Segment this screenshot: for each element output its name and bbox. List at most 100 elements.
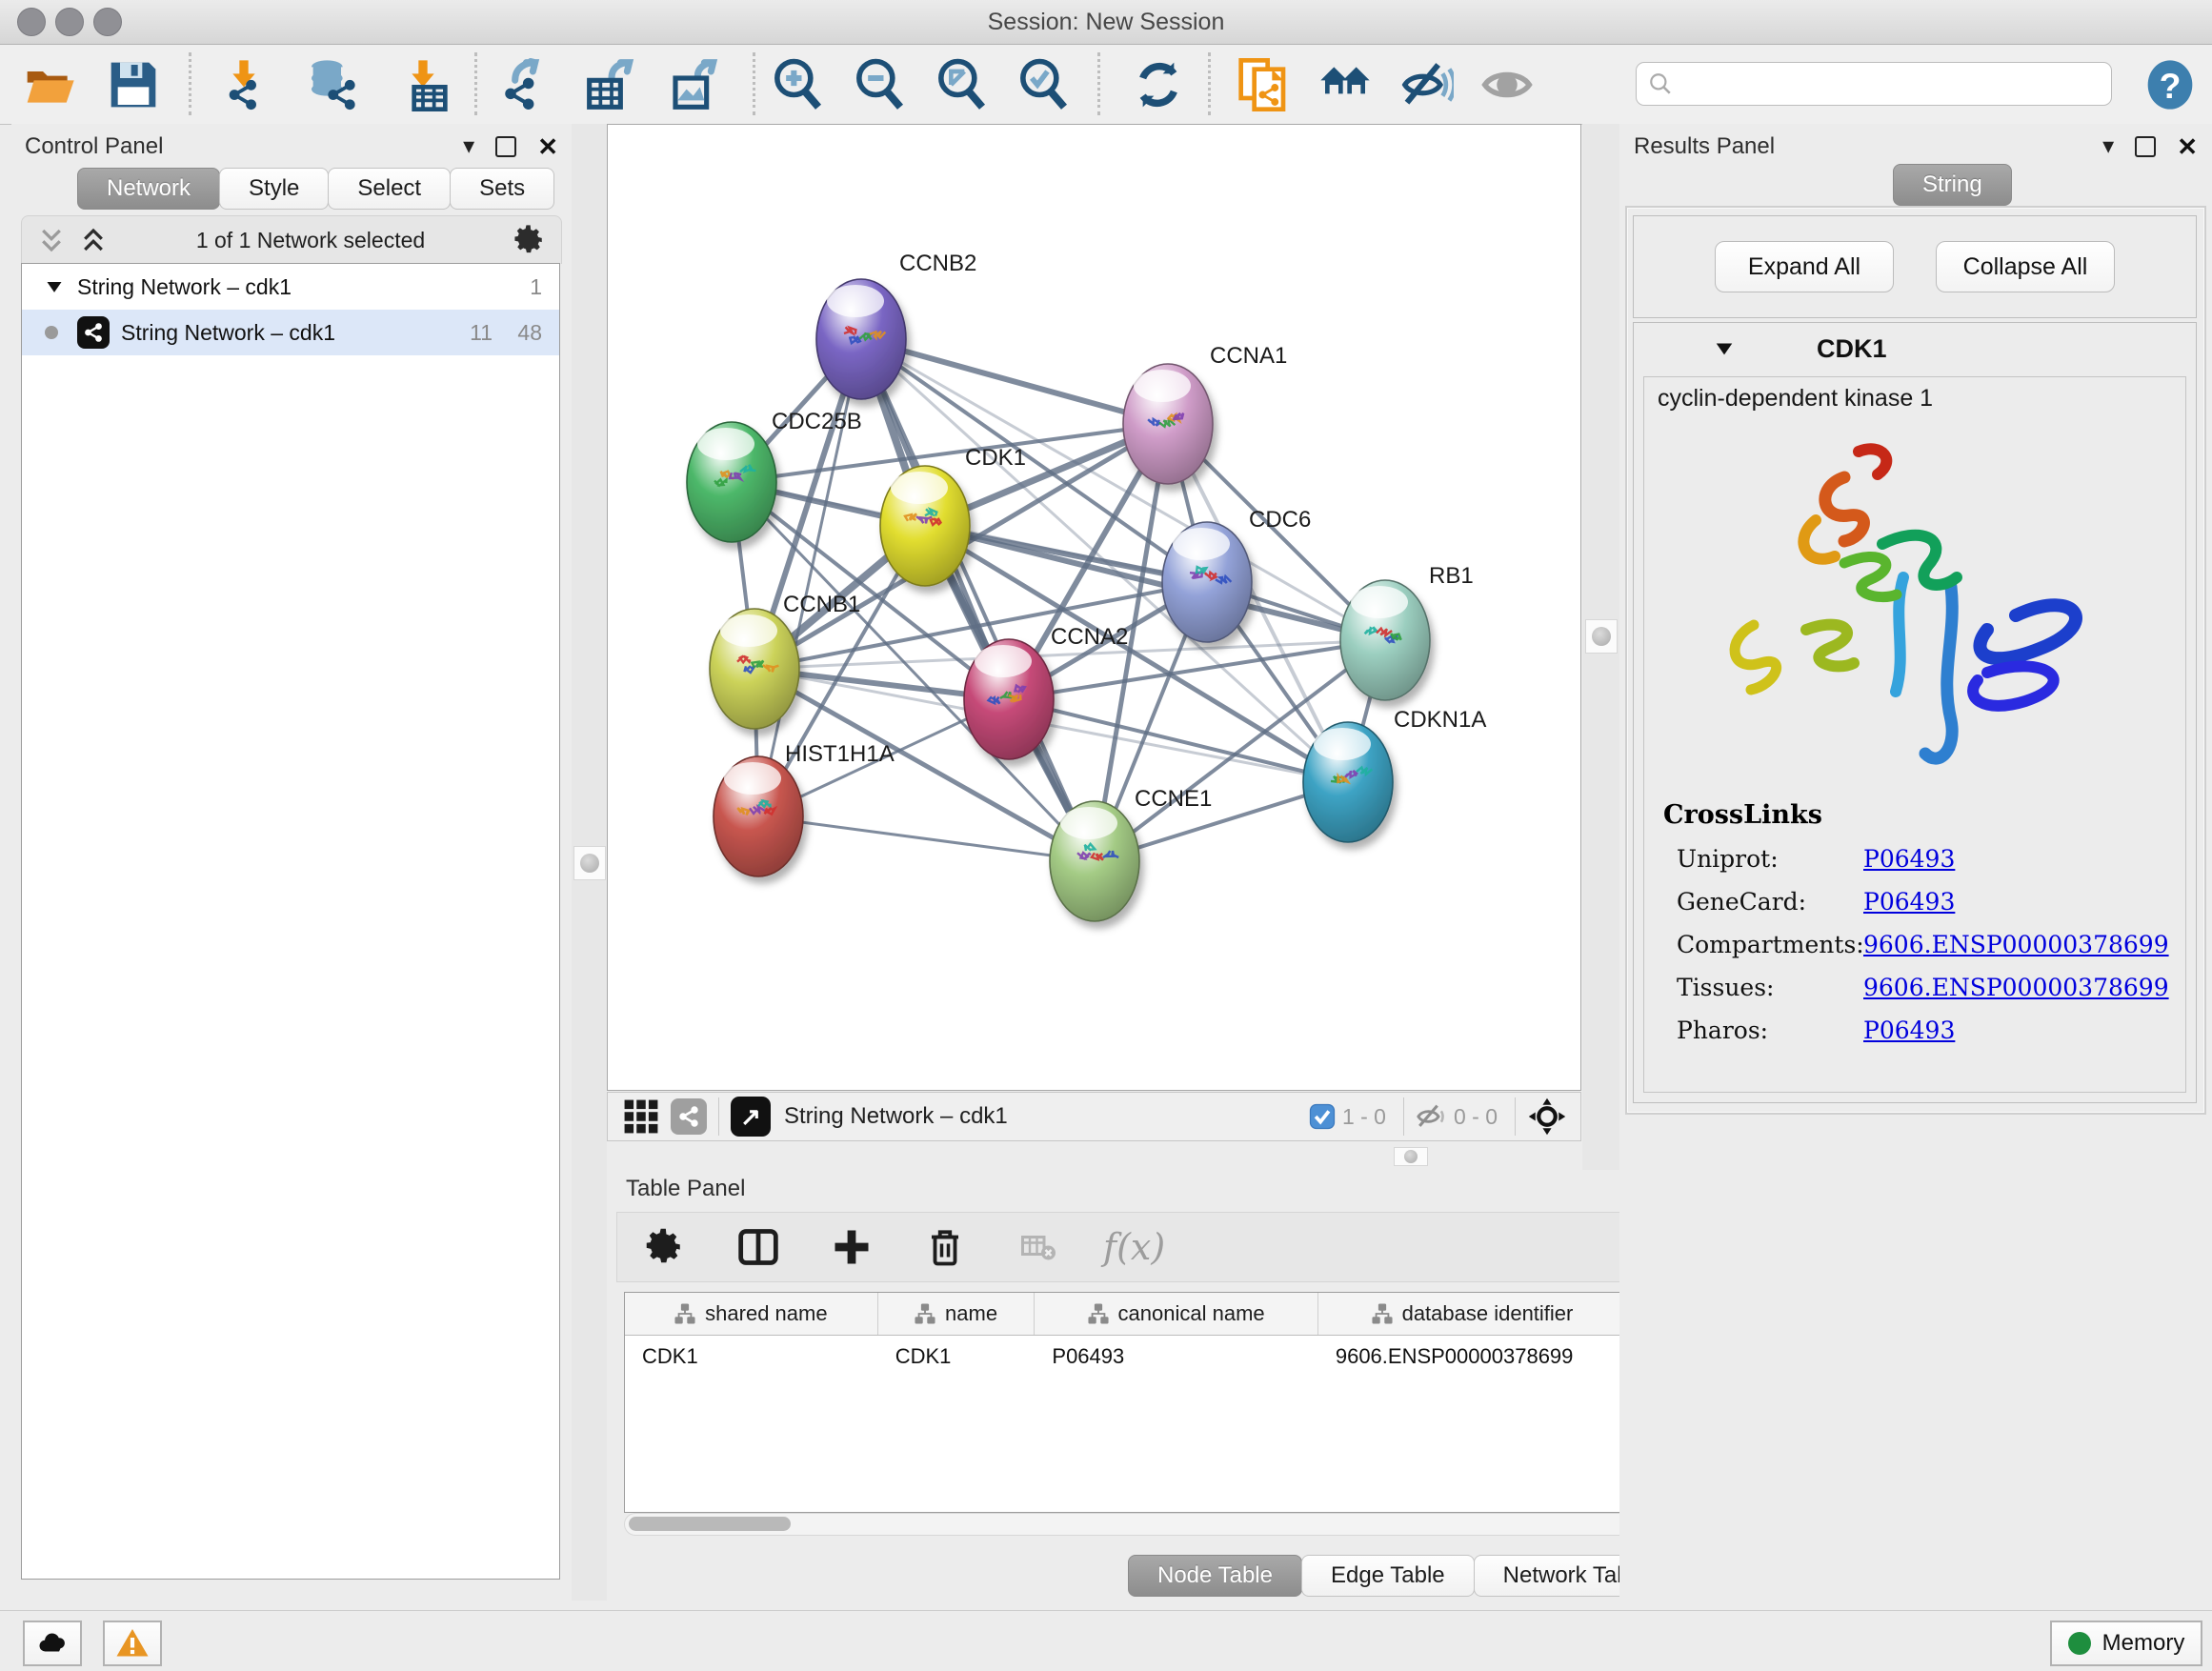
crosslink-link[interactable]: P06493 bbox=[1863, 845, 1955, 873]
toolbar-separator bbox=[753, 52, 755, 115]
memory-button[interactable]: Memory bbox=[2050, 1621, 2202, 1666]
show-grid-icon[interactable] bbox=[623, 1098, 659, 1135]
node-CDK1[interactable] bbox=[880, 466, 970, 586]
zoom-selected-button[interactable] bbox=[1016, 56, 1073, 113]
node-CDKN1A[interactable] bbox=[1303, 722, 1393, 842]
network-collection-row[interactable]: String Network – cdk1 1 bbox=[22, 264, 559, 310]
right-splitter-grip[interactable] bbox=[1585, 619, 1618, 654]
table-cell[interactable]: P06493 bbox=[1035, 1336, 1317, 1378]
duplicate-network-button[interactable] bbox=[1235, 56, 1292, 113]
node-CDC25B[interactable] bbox=[687, 422, 776, 542]
control-panel-close-icon[interactable]: ✕ bbox=[537, 134, 558, 159]
cloud-status-button[interactable] bbox=[23, 1621, 82, 1666]
zoom-out-button[interactable] bbox=[852, 56, 909, 113]
expand-all-networks-icon[interactable] bbox=[79, 226, 108, 254]
node-CCNE1[interactable] bbox=[1050, 801, 1139, 921]
cdk1-entry-header[interactable]: CDK1 bbox=[1634, 323, 2196, 374]
hidden-eye-icon[interactable] bbox=[1416, 1100, 1448, 1133]
control-panel-collapse-icon[interactable]: ▾ bbox=[463, 135, 474, 158]
node-CCNA1[interactable] bbox=[1123, 364, 1213, 484]
node-CDC6[interactable] bbox=[1162, 522, 1252, 642]
table-cell[interactable]: CDK1 bbox=[878, 1336, 1036, 1378]
node-CCNB2[interactable] bbox=[816, 279, 906, 399]
search-icon bbox=[1648, 71, 1673, 96]
table-scrollbar-thumb[interactable] bbox=[629, 1517, 791, 1531]
hidden-counts: 0 - 0 bbox=[1454, 1104, 1498, 1130]
tab-edge-table[interactable]: Edge Table bbox=[1301, 1555, 1475, 1597]
delete-table-icon-disabled bbox=[1010, 1218, 1067, 1276]
main-toolbar: ? bbox=[0, 45, 2212, 125]
open-session-button[interactable] bbox=[21, 56, 78, 113]
crosslink-link[interactable]: 9606.ENSP00000378699 bbox=[1863, 931, 2169, 958]
left-splitter[interactable] bbox=[572, 124, 607, 1601]
import-network-from-database-button[interactable] bbox=[303, 56, 360, 113]
column-header-canonical-name[interactable]: canonical name bbox=[1035, 1293, 1317, 1335]
tab-node-table[interactable]: Node Table bbox=[1128, 1555, 1302, 1597]
expand-all-button[interactable]: Expand All bbox=[1715, 241, 1894, 292]
horizontal-splitter-grip[interactable] bbox=[1394, 1147, 1428, 1166]
network-row[interactable]: String Network – cdk1 11 48 bbox=[22, 310, 559, 355]
column-header-database-identifier[interactable]: database identifier bbox=[1318, 1293, 1627, 1335]
birds-eye-view-icon[interactable]: ↗ bbox=[731, 1097, 771, 1137]
show-column-selector-icon[interactable] bbox=[730, 1218, 787, 1276]
left-splitter-grip[interactable] bbox=[573, 846, 606, 880]
apply-layout-button[interactable] bbox=[1130, 56, 1187, 113]
protein-structure-image bbox=[1701, 434, 2101, 796]
results-panel-close-icon[interactable]: ✕ bbox=[2177, 134, 2198, 159]
export-table-button[interactable] bbox=[583, 56, 640, 113]
network-status-dot-icon bbox=[45, 326, 58, 339]
create-column-plus-icon[interactable] bbox=[823, 1218, 880, 1276]
table-cell[interactable]: 9606.ENSP00000378699 bbox=[1318, 1336, 1627, 1378]
save-session-button[interactable] bbox=[105, 56, 162, 113]
tab-network[interactable]: Network bbox=[77, 168, 220, 210]
node-CCNA2[interactable] bbox=[964, 639, 1054, 759]
node-RB1[interactable] bbox=[1340, 580, 1430, 700]
network-options-gear-icon[interactable] bbox=[513, 224, 546, 256]
fit-selected-crosshair-icon[interactable] bbox=[1527, 1097, 1567, 1137]
network-view-canvas[interactable]: CCNB2CCNA1CDC25BCDK1CDC6RB1CCNB1CCNA2CDK… bbox=[607, 124, 1581, 1091]
column-header-shared-name[interactable]: shared name bbox=[625, 1293, 878, 1335]
edge-HIST1H1A-CCNE1[interactable] bbox=[758, 816, 1095, 861]
tab-select[interactable]: Select bbox=[328, 168, 451, 210]
collection-expand-arrow-icon[interactable] bbox=[45, 277, 64, 296]
node-HIST1H1A[interactable] bbox=[714, 756, 803, 876]
crosslink-link[interactable]: P06493 bbox=[1863, 888, 1955, 916]
export-image-button[interactable] bbox=[667, 56, 724, 113]
entry-gene-name: CDK1 bbox=[1817, 334, 1887, 364]
import-network-button[interactable] bbox=[215, 56, 272, 113]
import-table-button[interactable] bbox=[394, 56, 452, 113]
table-options-gear-icon[interactable] bbox=[636, 1218, 694, 1276]
edge-CCNB2-CCNE1[interactable] bbox=[861, 339, 1095, 861]
crosslink-link[interactable]: 9606.ENSP00000378699 bbox=[1863, 974, 2169, 1001]
control-panel-float-icon[interactable] bbox=[495, 136, 516, 157]
string-network-graph[interactable]: CCNB2CCNA1CDC25BCDK1CDC6RB1CCNB1CCNA2CDK… bbox=[608, 125, 1580, 1090]
tab-sets[interactable]: Sets bbox=[450, 168, 554, 210]
zoom-in-button[interactable] bbox=[770, 56, 827, 113]
tab-string-results[interactable]: String bbox=[1893, 164, 2012, 206]
node-label-CCNB1: CCNB1 bbox=[783, 592, 860, 617]
table-cell[interactable]: CDK1 bbox=[625, 1336, 878, 1378]
node-CCNB1[interactable] bbox=[710, 609, 799, 729]
search-input[interactable] bbox=[1680, 70, 2094, 97]
export-network-button[interactable] bbox=[495, 56, 553, 113]
view-toolbar-separator bbox=[1403, 1097, 1404, 1136]
zoom-fit-button[interactable] bbox=[934, 56, 991, 113]
collection-count: 1 bbox=[530, 274, 542, 300]
tab-style[interactable]: Style bbox=[219, 168, 329, 210]
crosslinks-section: CrossLinks Uniprot:P06493GeneCard:P06493… bbox=[1663, 800, 2169, 1044]
first-neighbors-button[interactable] bbox=[1317, 56, 1374, 113]
column-type-icon bbox=[915, 1303, 935, 1324]
collapse-all-networks-icon[interactable] bbox=[37, 226, 66, 254]
results-panel-float-icon[interactable] bbox=[2135, 136, 2156, 157]
entry-collapse-arrow-icon[interactable] bbox=[1714, 338, 1735, 359]
selected-checkbox-icon[interactable] bbox=[1308, 1102, 1337, 1131]
collapse-all-button[interactable]: Collapse All bbox=[1936, 241, 2115, 292]
crosslink-link[interactable]: P06493 bbox=[1863, 1017, 1955, 1044]
help-button[interactable]: ? bbox=[2142, 56, 2199, 113]
warnings-button[interactable] bbox=[103, 1621, 162, 1666]
results-panel-collapse-icon[interactable]: ▾ bbox=[2102, 135, 2114, 158]
delete-column-trash-icon[interactable] bbox=[916, 1218, 974, 1276]
column-header-name[interactable]: name bbox=[878, 1293, 1036, 1335]
hide-selected-button[interactable] bbox=[1398, 56, 1456, 113]
show-all-button[interactable] bbox=[1478, 56, 1536, 113]
